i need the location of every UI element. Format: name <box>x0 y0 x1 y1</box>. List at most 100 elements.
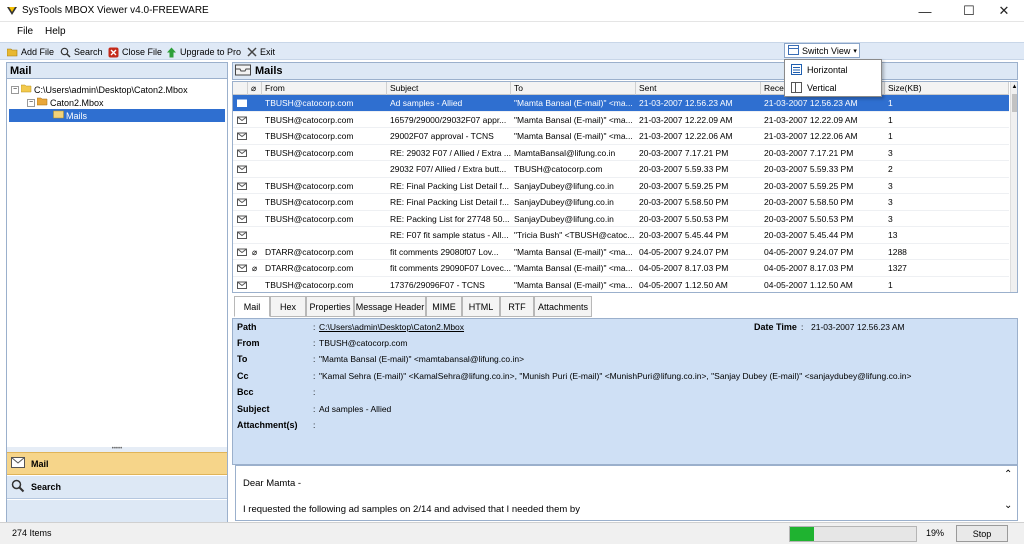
maximize-button[interactable]: ☐ <box>952 0 986 22</box>
window-title: SysTools MBOX Viewer v4.0-FREEWARE <box>22 5 209 16</box>
tab-rtf[interactable]: RTF <box>500 296 534 317</box>
path-value[interactable]: C:\Users\admin\Desktop\Caton2.Mbox <box>319 322 464 332</box>
col-icon[interactable] <box>233 82 248 95</box>
view-horizontal-option[interactable]: Horizontal <box>785 61 881 78</box>
cell-subject: 16579/29000/29032F07 appr... <box>390 114 507 125</box>
preview-tabs: Mail Hex Properties Message Header MIME … <box>232 296 1018 318</box>
message-body[interactable]: Dear Mamta - I requested the following a… <box>235 465 1018 521</box>
table-row[interactable]: TBUSH@catocorp.com RE: Packing List for 2… <box>233 211 1009 227</box>
mail-list-header: Mails <box>232 62 1018 80</box>
cell-to: "Mamta Bansal (E-mail)" <ma... <box>514 246 633 257</box>
col-to[interactable]: To <box>511 82 636 95</box>
folder-icon <box>20 84 32 95</box>
attachments-label: Attachment(s) <box>237 420 298 430</box>
envelope-icon <box>234 112 248 128</box>
chevron-down-icon: ▾ <box>853 47 857 55</box>
scroll-down-icon[interactable]: ⌄ <box>1004 500 1012 511</box>
table-row[interactable]: 29032 F07/ Allied / Extra butt... TBUSH@c… <box>233 161 1009 178</box>
table-row[interactable]: RE: F07 fit sample status - All... "Trici… <box>233 227 1009 244</box>
cell-sent: 20-03-2007 5.59.33 PM <box>639 164 729 174</box>
tree-item-path[interactable]: − C:\Users\admin\Desktop\Caton2.Mbox <box>11 83 188 96</box>
tab-properties[interactable]: Properties <box>306 296 354 317</box>
cell-from: DTARR@catocorp.com <box>265 263 354 273</box>
minimize-button[interactable]: — <box>908 0 942 22</box>
nav-search-button[interactable]: Search <box>7 476 227 499</box>
tab-mime[interactable]: MIME <box>426 296 462 317</box>
scroll-up-icon[interactable]: ▲ <box>1011 84 1017 90</box>
arrow-up-icon <box>166 47 177 58</box>
search-button[interactable]: Search <box>60 45 103 59</box>
stop-button[interactable]: Stop <box>956 525 1008 542</box>
table-row[interactable]: TBUSH@catocorp.com RE: 29032 F07 / Allied… <box>233 145 1009 161</box>
envelope-icon <box>234 95 248 111</box>
item-count: 274 Items <box>12 528 52 538</box>
cell-to: "Mamta Bansal (E-mail)" <ma... <box>514 279 633 290</box>
cell-size: 1327 <box>888 263 907 273</box>
close-file-icon <box>108 47 119 58</box>
cell-from: TBUSH@catocorp.com <box>265 147 354 158</box>
col-attach[interactable]: ⌀ <box>248 82 262 95</box>
exit-button[interactable]: Exit <box>246 45 275 59</box>
tab-html[interactable]: HTML <box>462 296 500 317</box>
layout-icon <box>788 44 799 57</box>
cell-sent: 20-03-2007 7.17.21 PM <box>639 147 729 158</box>
body-line: I requested the following ad samples on … <box>243 504 580 515</box>
col-from[interactable]: From <box>262 82 387 95</box>
scroll-thumb[interactable] <box>1012 94 1017 112</box>
cell-from: TBUSH@catocorp.com <box>265 114 354 125</box>
col-subject[interactable]: Subject <box>387 82 511 95</box>
cell-received: 20-03-2007 5.50.53 PM <box>764 213 854 224</box>
col-sent[interactable]: Sent <box>636 82 761 95</box>
switch-view-button[interactable]: Switch View ▾ <box>784 43 860 58</box>
title-bar: SysTools MBOX Viewer v4.0-FREEWARE — ☐ ✕ <box>0 0 1024 22</box>
tree-item-mails[interactable]: Mails <box>9 109 225 122</box>
to-label: To <box>237 354 248 364</box>
cell-size: 3 <box>888 213 893 224</box>
close-button[interactable]: ✕ <box>987 0 1021 22</box>
exit-icon <box>246 47 257 58</box>
cell-sent: 20-03-2007 5.59.25 PM <box>639 180 729 191</box>
close-file-button[interactable]: Close File <box>108 45 162 59</box>
subject-label: Subject <box>237 404 270 414</box>
menu-file[interactable]: File <box>17 26 33 37</box>
cell-sent: 04-05-2007 8.17.03 PM <box>639 263 729 273</box>
menu-help[interactable]: Help <box>45 26 66 37</box>
add-file-button[interactable]: Add File <box>7 45 54 59</box>
table-row[interactable]: TBUSH@catocorp.com RE: Final Packing List… <box>233 194 1009 211</box>
view-vertical-option[interactable]: Vertical <box>785 79 881 96</box>
tab-mail[interactable]: Mail <box>234 296 270 317</box>
table-row[interactable]: TBUSH@catocorp.com 17376/29096F07 - TCNS "… <box>233 277 1009 293</box>
table-row[interactable]: TBUSH@catocorp.com RE: Final Packing List… <box>233 178 1009 194</box>
table-row[interactable]: TBUSH@catocorp.com 16579/29000/29032F07 a… <box>233 112 1009 128</box>
table-row[interactable]: ⌀ DTARR@catocorp.com fit comments 29090F07… <box>233 260 1009 277</box>
cell-received: 04-05-2007 8.17.03 PM <box>764 263 854 273</box>
mail-icon <box>11 457 25 470</box>
tab-attachments[interactable]: Attachments <box>534 296 592 317</box>
col-size[interactable]: Size(KB) <box>885 82 1009 95</box>
envelope-icon <box>234 277 248 293</box>
scroll-up-icon[interactable]: ⌃ <box>1004 469 1012 480</box>
cell-size: 1288 <box>888 246 907 257</box>
paperclip-icon: ⌀ <box>252 246 258 257</box>
cell-to: "Tricia Bush" <TBUSH@catoc... <box>514 230 635 240</box>
collapse-icon[interactable]: − <box>11 85 19 94</box>
tree-item-mbox[interactable]: − Caton2.Mbox <box>27 96 104 109</box>
table-row[interactable]: ⌀ DTARR@catocorp.com fit comments 29080f07… <box>233 244 1009 260</box>
cell-received: 20-03-2007 5.59.33 PM <box>764 164 854 174</box>
nav-mail-button[interactable]: Mail <box>7 452 227 475</box>
cell-to: "Mamta Bansal (E-mail)" <ma... <box>514 263 633 273</box>
cell-to: TBUSH@catocorp.com <box>514 164 603 174</box>
table-row[interactable]: TBUSH@catocorp.com 29002F07 approval - TC… <box>233 128 1009 145</box>
cell-sent: 20-03-2007 5.45.44 PM <box>639 230 729 240</box>
search-icon <box>60 47 71 58</box>
mail-folder-icon <box>53 110 64 121</box>
cell-sent: 20-03-2007 5.50.53 PM <box>639 213 729 224</box>
cell-received: 20-03-2007 5.59.25 PM <box>764 180 854 191</box>
toolbar: Add File Search Close File Upgrade to Pr… <box>0 42 1024 60</box>
table-row[interactable]: TBUSH@catocorp.com Ad samples - Allied "Ma… <box>233 95 1009 112</box>
collapse-icon[interactable]: − <box>27 98 35 107</box>
tab-hex[interactable]: Hex <box>270 296 306 317</box>
grid-scrollbar[interactable]: ▲ <box>1010 82 1017 292</box>
upgrade-button[interactable]: Upgrade to Pro <box>166 45 241 59</box>
tab-message-header[interactable]: Message Header <box>354 296 426 317</box>
